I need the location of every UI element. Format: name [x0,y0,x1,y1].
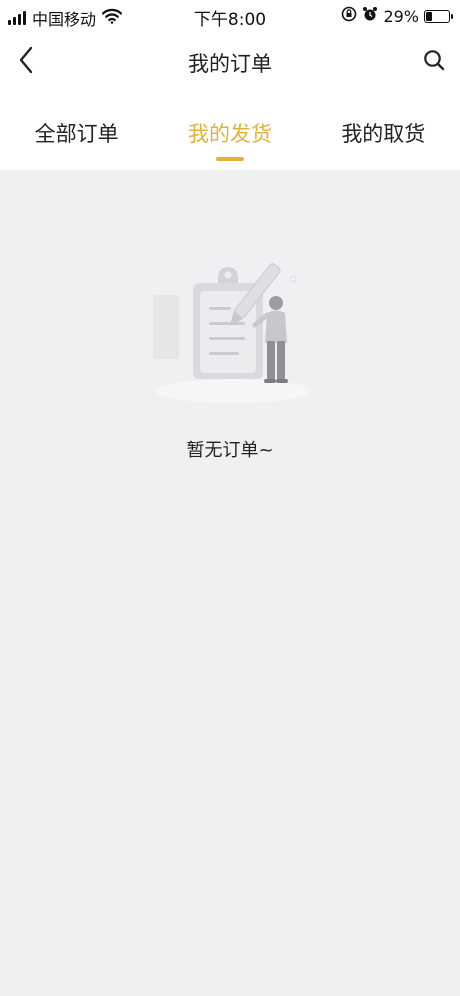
tab-label: 全部订单 [34,122,119,146]
tab-indicator [215,157,244,161]
empty-state-illustration [145,255,315,405]
empty-state-message: 暂无订单~ [186,440,274,461]
orientation-lock-icon [341,6,357,26]
order-list-area: 暂无订单~ [0,170,460,996]
search-button[interactable] [418,46,450,78]
battery-percent: 29% [383,6,419,26]
nav-bar: 我的订单 [0,32,460,94]
tab-all-orders[interactable]: 全部订单 [0,94,153,170]
search-icon [423,49,445,75]
order-tabs: 全部订单 我的发货 我的取货 [0,94,460,170]
tab-my-shipments[interactable]: 我的发货 [153,94,306,170]
status-bar: 中国移动 下午8:00 29% [0,0,460,32]
battery-icon [424,9,453,23]
tab-label: 我的取货 [341,122,426,146]
tab-label: 我的发货 [187,122,272,146]
tab-my-pickups[interactable]: 我的取货 [307,94,460,170]
page-title: 我的订单 [188,52,272,76]
alarm-icon [362,6,378,26]
status-right: 29% [341,6,453,26]
